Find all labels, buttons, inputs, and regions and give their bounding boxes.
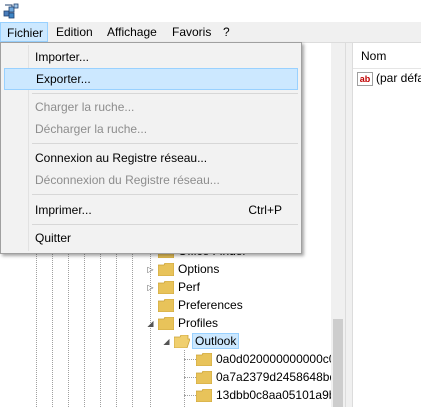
folder-icon [158, 299, 174, 312]
menu-fichier[interactable]: Fichier [0, 22, 48, 42]
menu-item-importer[interactable]: Importer... [4, 46, 298, 68]
list-item[interactable]: ab (par défa [357, 69, 421, 87]
folder-icon [196, 371, 212, 384]
menu-item-connexion-registre[interactable]: Connexion au Registre réseau... [4, 147, 298, 169]
open-folder-icon [174, 335, 190, 348]
tree-guide-line [184, 359, 196, 360]
folder-icon [158, 263, 174, 276]
tree-guide-line [184, 377, 196, 378]
tree-vertical-scrollbar[interactable] [331, 43, 345, 407]
folder-icon [196, 389, 212, 402]
collapse-arrow-icon[interactable]: ◢ [162, 337, 171, 346]
menu-separator [32, 224, 298, 225]
regedit-app-icon[interactable] [2, 2, 20, 20]
values-list-pane[interactable]: Nom ab (par défa [353, 43, 421, 407]
menu-item-exporter[interactable]: Exporter... [4, 68, 298, 90]
tree-item-outlook[interactable]: ◢ Outlook [162, 332, 272, 350]
column-header-nom[interactable]: Nom [353, 43, 421, 69]
menu-item-deconnexion-registre: Déconnexion du Registre réseau... [35, 173, 220, 187]
menu-affichage[interactable]: Affichage [101, 22, 163, 42]
menu-item-quitter[interactable]: Quitter [4, 227, 298, 249]
value-name: (par défa [376, 71, 421, 85]
menu-item-decharger-ruche: Décharger la ruche... [35, 122, 148, 136]
folder-icon [158, 281, 174, 294]
menu-edition[interactable]: Edition [50, 22, 99, 42]
scrollbar-thumb[interactable] [333, 319, 343, 407]
menu-help[interactable]: ? [217, 22, 236, 42]
file-menu-dropdown: Importer... Exporter... Charger la ruche… [0, 42, 302, 254]
title-bar [0, 0, 421, 22]
tree-guide-line [184, 395, 196, 396]
expand-arrow-icon[interactable]: ▷ [146, 283, 155, 292]
menu-item-label: Imprimer... [35, 203, 92, 217]
shortcut-label: Ctrl+P [248, 203, 282, 217]
menu-separator [32, 194, 298, 195]
folder-icon [158, 317, 174, 330]
menu-item-imprimer[interactable]: Imprimer... Ctrl+P [4, 199, 298, 221]
menu-separator [32, 143, 298, 144]
pane-splitter[interactable] [345, 43, 353, 407]
folder-icon [196, 353, 212, 366]
menu-separator [32, 93, 298, 94]
menu-item-charger-ruche: Charger la ruche... [35, 100, 135, 114]
string-value-icon: ab [357, 71, 373, 86]
collapse-arrow-icon[interactable]: ◢ [146, 319, 155, 328]
menu-bar: Fichier Edition Affichage Favoris ? [0, 22, 421, 43]
menu-favoris[interactable]: Favoris [166, 22, 217, 42]
expand-arrow-icon[interactable]: ▷ [146, 265, 155, 274]
